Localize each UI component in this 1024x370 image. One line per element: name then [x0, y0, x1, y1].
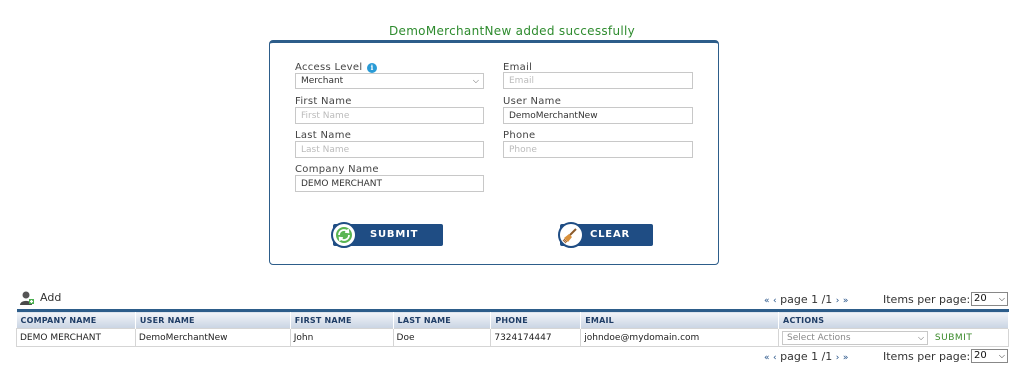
submit-button-label: SUBMIT	[370, 229, 419, 240]
col-last-name[interactable]: LAST NAME	[393, 310, 492, 329]
col-phone[interactable]: PHONE	[490, 310, 582, 329]
cell-actions: Select Actions ⌵ SUBMIT	[778, 328, 1009, 347]
items-per-page-value: 20	[974, 293, 987, 304]
add-user-icon	[19, 290, 35, 310]
items-per-page-value: 20	[974, 350, 987, 361]
col-user-name[interactable]: USER NAME	[135, 310, 291, 329]
cell-first-name: John	[289, 328, 394, 347]
chevron-down-icon: ⌵	[917, 332, 925, 342]
access-level-value: Merchant	[301, 76, 344, 86]
col-email[interactable]: EMAIL	[580, 310, 780, 329]
company-name-field[interactable]	[295, 175, 484, 192]
pagination-top: « ‹ page 1 /1 › »	[764, 293, 848, 306]
cell-phone: 7324174447	[490, 328, 582, 347]
chevron-down-icon: ⌵	[998, 294, 1005, 303]
clear-button-label: CLEAR	[590, 229, 630, 240]
items-per-page-select[interactable]: 20 ⌵	[971, 292, 1008, 306]
success-message: DemoMerchantNew added successfully	[388, 24, 636, 38]
user-name-field[interactable]	[503, 107, 693, 124]
last-page-icon[interactable]: »	[843, 296, 849, 306]
broom-icon	[558, 222, 584, 248]
col-actions: ACTIONS	[778, 310, 1009, 329]
prev-page-icon[interactable]: ‹	[773, 353, 777, 363]
last-name-label: Last Name	[295, 130, 352, 141]
items-per-page-label: Items per page:	[883, 350, 971, 363]
chevron-down-icon: ⌵	[998, 351, 1005, 360]
col-first-name[interactable]: FIRST NAME	[290, 310, 394, 329]
page-indicator: page 1 /1	[780, 350, 833, 363]
info-icon[interactable]: i	[367, 63, 377, 73]
table-header-row: COMPANY NAME USER NAME FIRST NAME LAST N…	[16, 310, 1009, 329]
first-name-label: First Name	[295, 96, 352, 107]
row-actions-placeholder: Select Actions	[787, 332, 851, 343]
last-name-field[interactable]	[295, 141, 484, 158]
user-name-label: User Name	[503, 96, 562, 107]
first-page-icon[interactable]: «	[764, 296, 770, 306]
row-actions-select[interactable]: Select Actions ⌵	[782, 330, 929, 345]
add-user-form: Access Level i Merchant ⌵ First Name Las…	[269, 40, 719, 265]
company-name-label: Company Name	[295, 164, 379, 175]
phone-label: Phone	[503, 130, 536, 141]
next-page-icon[interactable]: ›	[836, 353, 840, 363]
cell-last-name: Doe	[392, 328, 492, 347]
row-submit-link[interactable]: SUBMIT	[935, 333, 972, 343]
cell-company: DEMO MERCHANT	[16, 328, 136, 347]
first-name-field[interactable]	[295, 107, 484, 124]
phone-field[interactable]	[503, 141, 693, 158]
email-field[interactable]	[503, 72, 693, 89]
refresh-icon	[331, 222, 357, 248]
page-indicator: page 1 /1	[780, 293, 833, 306]
prev-page-icon[interactable]: ‹	[773, 296, 777, 306]
cell-email: johndoe@mydomain.com	[580, 328, 780, 347]
chevron-down-icon: ⌵	[472, 76, 479, 85]
col-company-name[interactable]: COMPANY NAME	[16, 310, 136, 329]
submit-button[interactable]: SUBMIT	[331, 222, 443, 248]
access-level-label: Access Level	[295, 62, 363, 73]
cell-user-name: DemoMerchantNew	[134, 328, 291, 347]
first-page-icon[interactable]: «	[764, 353, 770, 363]
next-page-icon[interactable]: ›	[836, 296, 840, 306]
access-level-select[interactable]: Merchant ⌵	[295, 73, 484, 89]
clear-button[interactable]: CLEAR	[558, 222, 653, 248]
items-per-page-select[interactable]: 20 ⌵	[971, 349, 1008, 363]
table-row: DEMO MERCHANT DemoMerchantNew John Doe 7…	[16, 328, 1009, 347]
last-page-icon[interactable]: »	[843, 353, 849, 363]
users-table: COMPANY NAME USER NAME FIRST NAME LAST N…	[16, 309, 1009, 347]
pagination-bottom: « ‹ page 1 /1 › »	[764, 350, 848, 363]
add-label: Add	[40, 291, 62, 304]
items-per-page-label: Items per page:	[883, 293, 971, 306]
